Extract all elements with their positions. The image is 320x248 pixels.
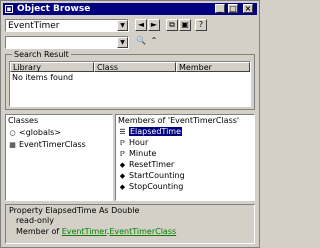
column-header-member[interactable]: Member [176, 62, 250, 72]
library-combo[interactable]: EventTimer ▼ [5, 19, 129, 32]
property-icon: ☰ [119, 128, 126, 136]
details-pane[interactable]: Property ElapsedTime As Double read-only… [5, 204, 255, 244]
member-access: read-only [16, 216, 54, 225]
title-bar[interactable]: ▪ Object Browse _ □ × [3, 3, 257, 15]
no-items-text: No items found [12, 73, 74, 82]
globals-icon: ○ [9, 129, 16, 137]
member-item-hour[interactable]: ℙ Hour [118, 138, 148, 148]
help-button[interactable]: ? [195, 19, 207, 31]
help-icon: ? [198, 20, 204, 29]
members-label: Members of 'EventTimerClass' [118, 116, 240, 125]
library-combo-value: EventTimer [8, 21, 60, 31]
collapse-icon: ⌃ [150, 36, 158, 45]
library-link[interactable]: EventTimer [62, 227, 107, 236]
back-button[interactable]: ◄ [135, 19, 147, 31]
object-browser-icon: ▪ [5, 5, 13, 13]
search-button[interactable]: 🔍 [135, 36, 147, 48]
member-item-resettimer[interactable]: ◆ ResetTimer [118, 160, 174, 170]
method-icon: ◆ [119, 161, 126, 169]
class-link[interactable]: EventTimerClass [109, 227, 176, 236]
view-definition-button[interactable]: ▣ [179, 19, 191, 31]
back-arrow-icon: ◄ [137, 20, 145, 29]
minimize-button[interactable]: _ [215, 4, 225, 13]
member-item-stopcounting[interactable]: ◆ StopCounting [118, 182, 184, 192]
member-item-minute[interactable]: ℙ Minute [118, 149, 156, 159]
member-of-text: Member of EventTimer.EventTimerClass [16, 227, 177, 236]
classes-label: Classes [8, 116, 39, 125]
maximize-button[interactable]: □ [228, 4, 238, 13]
search-text-combo[interactable]: ▼ [5, 36, 129, 49]
class-icon: ▦ [9, 141, 16, 149]
close-button[interactable]: × [243, 4, 253, 13]
window-title: Object Browse [17, 4, 91, 14]
object-browser-window: ▪ Object Browse _ □ × EventTimer ▼ ◄ ► ⧉… [0, 0, 260, 248]
property-icon: ℙ [120, 150, 125, 158]
toggle-search-results-button[interactable]: ⌃ [148, 36, 160, 48]
search-results-list[interactable]: Library Class Member No items found [9, 61, 251, 107]
search-results-label: Search Result [12, 50, 71, 59]
classes-list[interactable]: Classes ○ <globals> ▦ EventTimerClass [5, 114, 113, 201]
copy-button[interactable]: ⧉ [166, 19, 178, 31]
column-header-class[interactable]: Class [94, 62, 176, 72]
forward-button[interactable]: ► [148, 19, 160, 31]
method-icon: ◆ [119, 172, 126, 180]
members-list[interactable]: Members of 'EventTimerClass' ☰ ElapsedTim… [115, 114, 255, 201]
binoculars-icon: 🔍 [136, 36, 146, 45]
class-item-globals[interactable]: ○ <globals> [8, 128, 61, 138]
copy-icon: ⧉ [169, 20, 175, 29]
class-item-eventtimerclass[interactable]: ▦ EventTimerClass [8, 140, 86, 150]
member-item-startcounting[interactable]: ◆ StartCounting [118, 171, 185, 181]
forward-arrow-icon: ► [150, 20, 158, 29]
search-results-group: Search Result Library Class Member No it… [5, 50, 255, 110]
library-dropdown-icon[interactable]: ▼ [117, 20, 128, 31]
column-header-library[interactable]: Library [10, 62, 94, 72]
member-signature: Property ElapsedTime As Double [9, 206, 140, 215]
search-dropdown-icon[interactable]: ▼ [117, 37, 128, 48]
method-icon: ◆ [119, 183, 126, 191]
view-definition-icon: ▣ [181, 20, 189, 29]
property-icon: ℙ [120, 139, 125, 147]
member-item-elapsedtime[interactable]: ☰ ElapsedTime [118, 127, 183, 137]
